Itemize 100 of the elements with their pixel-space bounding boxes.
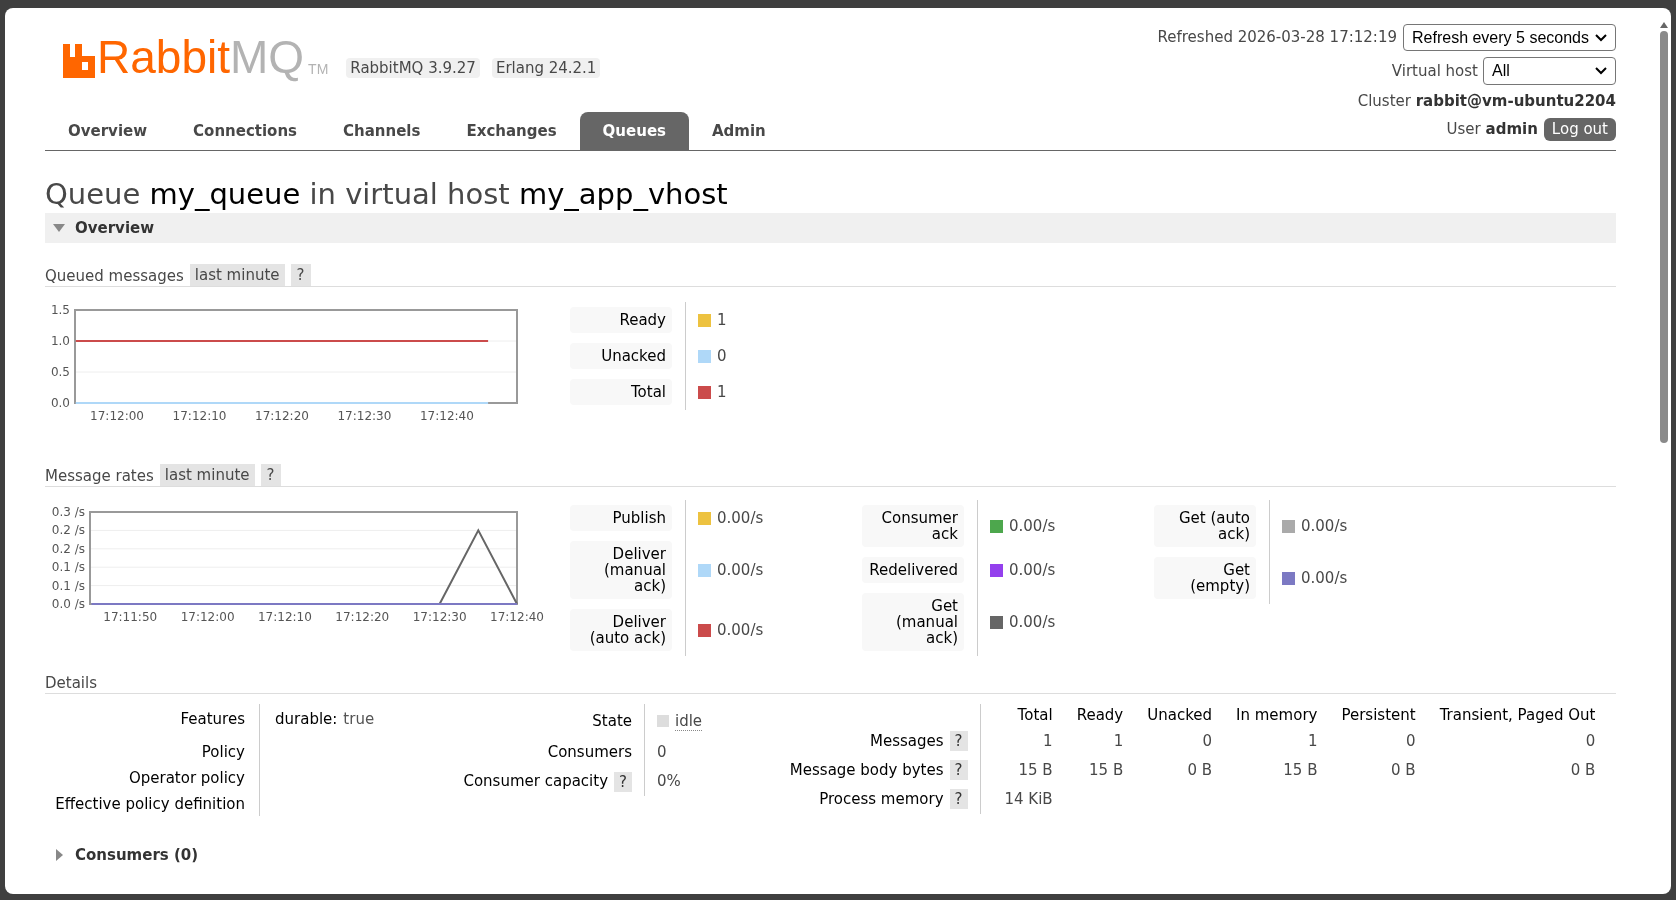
legend-value: 1 — [717, 309, 727, 331]
logout-button[interactable]: Log out — [1543, 117, 1616, 141]
table-cell: 1 — [1307, 731, 1318, 750]
legend-value: 0 — [717, 345, 727, 367]
legend-label: Redelivered — [862, 557, 964, 583]
table-cell: 0 — [1202, 731, 1213, 750]
table-cell: 0 B — [1391, 760, 1416, 779]
virtual-host-label: Virtual host — [1391, 60, 1478, 82]
nav-tab[interactable]: Queues — [579, 112, 689, 150]
axis-label: 0.0 — [50, 396, 70, 410]
table-cell: 15 B — [1089, 760, 1124, 779]
axis-label: 17:12:30 — [337, 409, 392, 420]
help-badge[interactable]: ? — [949, 731, 968, 751]
row-label: Message body bytes — [789, 759, 944, 781]
axis-label: 17:12:40 — [490, 610, 544, 624]
legend-label: Deliver (manual ack) — [570, 541, 672, 599]
status-label: State — [592, 710, 632, 732]
nav-tab[interactable]: Connections — [170, 112, 321, 150]
help-badge[interactable]: ? — [949, 760, 968, 780]
logo-icon — [63, 44, 95, 78]
table-cell: 15 B — [1018, 760, 1053, 779]
table-cell: 0 B — [1570, 760, 1596, 779]
nav-tab[interactable]: Overview — [45, 112, 171, 150]
row-label: Process memory — [819, 788, 944, 810]
table-cell: 1 — [1043, 731, 1053, 750]
legend-label: Unacked — [570, 343, 672, 369]
status-value: 0% — [657, 771, 681, 793]
column-header: Total — [980, 704, 1053, 727]
scrollbar-thumb[interactable] — [1660, 31, 1668, 443]
axis-label: 0.2 /s — [51, 523, 85, 538]
legend-value: 0.00/s — [1301, 515, 1348, 537]
section-header[interactable]: Overview — [45, 213, 1616, 243]
legend-value: 0.00/s — [1009, 559, 1056, 581]
legend-label: Get (empty) — [1154, 557, 1256, 599]
table-cell: 1 — [1113, 731, 1124, 750]
nav-tab[interactable]: Admin — [689, 112, 789, 150]
status-square-icon — [657, 715, 669, 727]
property-label: Effective policy definition — [55, 795, 245, 813]
help-badge[interactable]: ? — [949, 789, 968, 809]
legend-value: 1 — [717, 381, 727, 403]
axis-label: 0.5 — [50, 365, 70, 379]
axis-label: 17:12:10 — [172, 409, 227, 420]
version-badge: RabbitMQ 3.9.27 — [346, 58, 480, 78]
nav-tab[interactable]: Channels — [320, 112, 444, 150]
axis-label: 17:11:50 — [103, 610, 158, 624]
cluster-info: Cluster rabbit@vm-ubuntu2204 — [1357, 91, 1616, 111]
version-badge: Erlang 24.2.1 — [491, 58, 601, 78]
axis-label: 17:12:20 — [255, 409, 309, 420]
column-header: Transient, Paged Out — [1415, 704, 1596, 727]
axis-label: 1.0 — [50, 334, 70, 348]
range-badge[interactable]: last minute — [159, 464, 255, 486]
virtual-host-select[interactable]: All — [1483, 57, 1616, 85]
axis-label: 0.1 /s — [51, 560, 85, 575]
axis-label: 0.0 /s — [51, 597, 85, 611]
column-header: Ready — [1075, 705, 1124, 726]
status-value: 0 — [657, 742, 667, 764]
table-cell: 14 KiB — [1004, 789, 1053, 808]
legend-value: 0.00/s — [717, 619, 764, 641]
axis-label: 17:12:00 — [90, 409, 144, 420]
legend-label: Get (auto ack) — [1154, 505, 1256, 547]
scroll-up-icon[interactable] — [1660, 22, 1668, 28]
legend-value: 0.00/s — [717, 559, 764, 581]
legend-label: Ready — [570, 307, 672, 333]
axis-label: 17:12:30 — [412, 610, 467, 624]
section-toggle[interactable]: Consumers (0) — [75, 843, 199, 867]
legend-label: Publish — [570, 505, 672, 531]
property-label: Policy — [201, 743, 245, 761]
axis-label: 0.1 /s — [51, 578, 85, 593]
section-title: Queued messages — [45, 266, 184, 286]
axis-label: 1.5 — [50, 303, 70, 317]
table-cell: 0 — [1406, 731, 1416, 750]
range-badge[interactable]: last minute — [189, 264, 285, 286]
column-header: Persistent — [1317, 704, 1416, 727]
legend-value: 0.00/s — [1009, 515, 1056, 537]
table-cell: 0 — [1585, 731, 1596, 750]
axis-label: 0.3 /s — [51, 505, 85, 519]
legend-label: Total — [570, 379, 672, 405]
page-title: Queue my_queue in virtual host my_app_vhost — [45, 176, 729, 212]
nav-tab[interactable]: Exchanges — [443, 112, 580, 150]
help-badge[interactable]: ? — [614, 771, 632, 792]
help-badge[interactable]: ? — [260, 464, 281, 486]
column-header: Unacked — [1123, 704, 1213, 727]
legend-label: Get (manual ack) — [862, 593, 964, 651]
legend-label: Deliver (auto ack) — [570, 609, 672, 651]
legend-value: 0.00/s — [717, 507, 764, 529]
legend-value: 0.00/s — [1301, 567, 1348, 589]
feature-value: true — [343, 710, 375, 728]
axis-label: 0.2 /s — [51, 541, 85, 556]
property-label: Operator policy — [128, 769, 245, 787]
section-title: Message rates — [45, 466, 154, 486]
refreshed-timestamp: Refreshed 2026-03-28 17:12:19 — [1157, 27, 1397, 49]
chevron-icon — [1595, 33, 1607, 42]
table-cell: 15 B — [1283, 760, 1318, 779]
user-info: User admin — [1446, 118, 1538, 140]
help-badge[interactable]: ? — [290, 264, 311, 286]
table-cell: 0 B — [1187, 760, 1213, 779]
legend-value: 0.00/s — [1009, 611, 1056, 633]
axis-label: 17:12:20 — [335, 610, 390, 624]
refresh-select[interactable]: Refresh every 5 seconds — [1403, 24, 1616, 51]
row-label: Messages — [869, 730, 944, 752]
